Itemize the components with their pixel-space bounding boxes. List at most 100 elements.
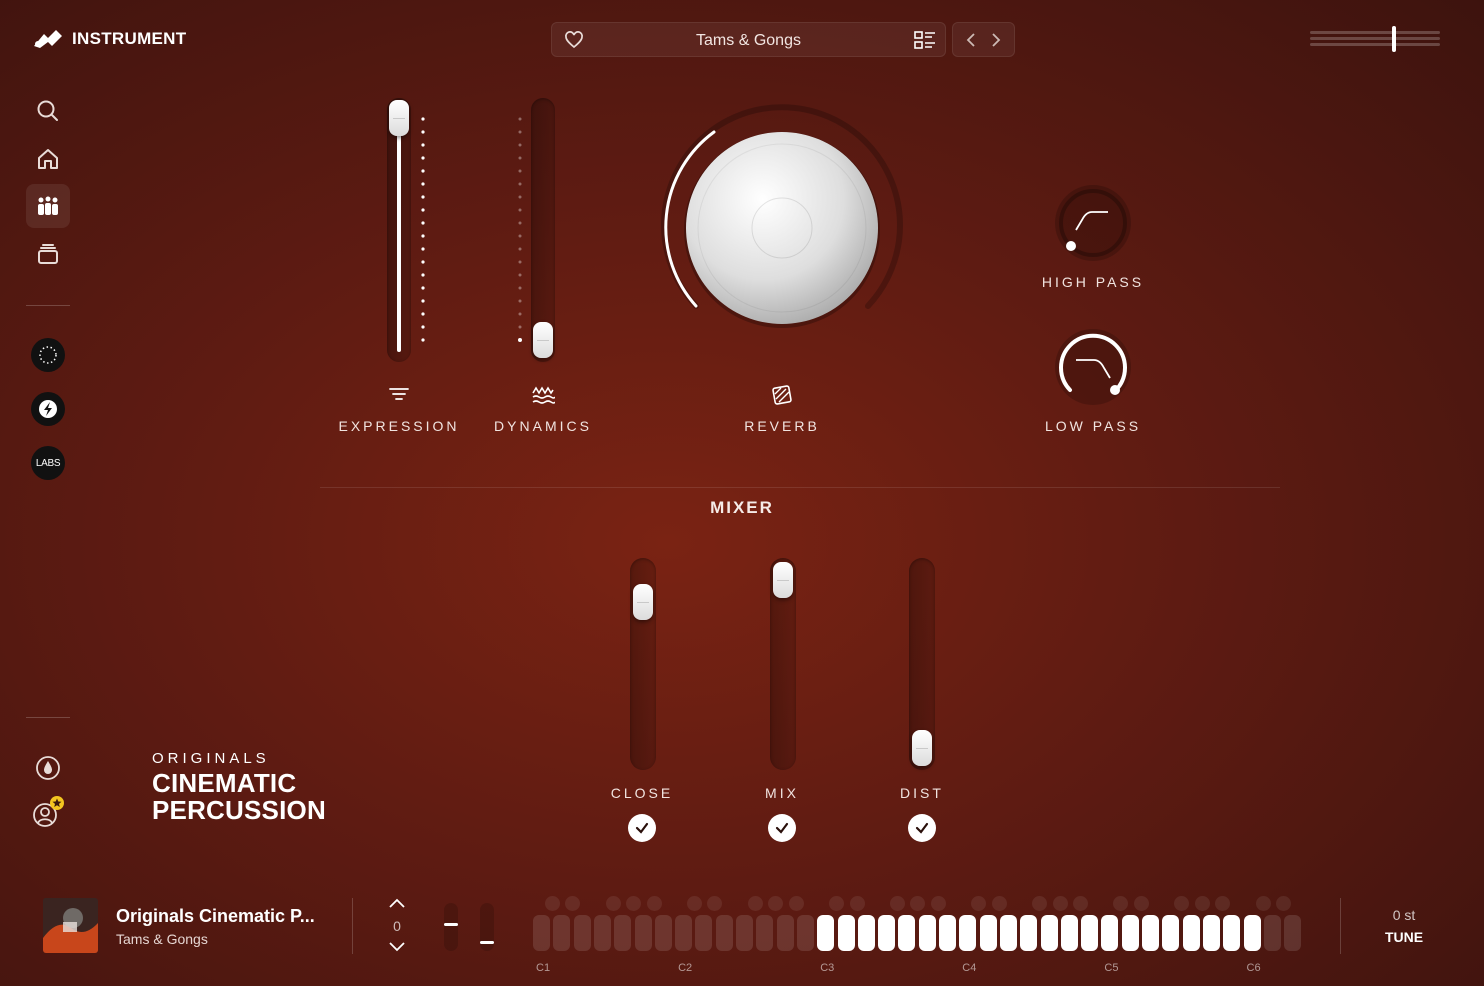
tune-value[interactable]: 0 st: [1380, 907, 1428, 923]
mixer-mix-toggle[interactable]: [768, 814, 796, 842]
dynamics-slider[interactable]: [531, 98, 555, 362]
mixer-dist-toggle[interactable]: [908, 814, 936, 842]
piano-key[interactable]: [918, 915, 936, 951]
piano-key[interactable]: [573, 915, 591, 951]
piano-black-key[interactable]: [768, 896, 784, 911]
piano-black-key[interactable]: [626, 896, 642, 911]
sidebar-item-home[interactable]: [26, 137, 70, 181]
piano-key[interactable]: [1243, 915, 1261, 951]
sidebar-badge-mysteries[interactable]: [31, 338, 65, 372]
chevron-up-icon[interactable]: [388, 896, 406, 910]
piano-black-key[interactable]: [565, 896, 581, 911]
piano-key[interactable]: [736, 915, 753, 951]
mixer-mix-slider[interactable]: [770, 558, 796, 770]
master-volume-thumb[interactable]: [1392, 26, 1396, 52]
piano-black-key[interactable]: [1194, 896, 1210, 911]
piano-black-key[interactable]: [687, 896, 703, 911]
piano-key[interactable]: [857, 915, 875, 951]
piano-key[interactable]: [1223, 915, 1241, 951]
piano-black-key[interactable]: [829, 896, 845, 911]
preset-name[interactable]: Tams & Gongs: [552, 32, 945, 50]
sidebar-badge-labs[interactable]: LABS: [31, 446, 65, 480]
piano-key[interactable]: [939, 915, 956, 951]
piano-key[interactable]: [959, 915, 977, 951]
mixer-dist-thumb[interactable]: [912, 730, 932, 766]
piano-key[interactable]: [817, 915, 835, 951]
piano-black-key[interactable]: [910, 896, 926, 911]
mod-wheel[interactable]: [480, 903, 494, 951]
piano-black-key[interactable]: [849, 896, 865, 911]
piano-key[interactable]: [796, 915, 814, 951]
piano-key[interactable]: [715, 915, 733, 951]
expression-slider[interactable]: [387, 98, 411, 362]
piano-key[interactable]: [1284, 915, 1302, 951]
piano-black-key[interactable]: [748, 896, 763, 911]
dynamics-thumb[interactable]: [533, 322, 553, 358]
pitch-wheel[interactable]: [444, 903, 458, 951]
piano-key[interactable]: [1060, 915, 1078, 951]
piano-black-key[interactable]: [1275, 896, 1291, 911]
piano-key[interactable]: [614, 915, 632, 951]
piano-black-key[interactable]: [646, 896, 662, 911]
piano-key[interactable]: [1101, 915, 1119, 951]
piano-key[interactable]: [1040, 915, 1058, 951]
chevron-left-icon[interactable]: [964, 32, 978, 48]
piano-key[interactable]: [593, 915, 611, 951]
piano-key[interactable]: [898, 915, 916, 951]
piano-key[interactable]: [1182, 915, 1200, 951]
piano-black-key[interactable]: [890, 896, 906, 911]
piano-key[interactable]: [776, 915, 794, 951]
piano-key[interactable]: [654, 915, 672, 951]
piano-key[interactable]: [695, 915, 713, 951]
album-art[interactable]: [43, 898, 98, 953]
piano-black-key[interactable]: [545, 896, 560, 911]
piano-black-key[interactable]: [605, 896, 621, 911]
sidebar-item-search[interactable]: [26, 89, 70, 133]
piano-black-key[interactable]: [707, 896, 723, 911]
piano-key[interactable]: [979, 915, 997, 951]
mixer-close-thumb[interactable]: [633, 584, 653, 620]
piano-key[interactable]: [634, 915, 652, 951]
piano-black-key[interactable]: [930, 896, 946, 911]
piano-black-key[interactable]: [971, 896, 987, 911]
mixer-dist-slider[interactable]: [909, 558, 935, 770]
piano-black-key[interactable]: [1174, 896, 1190, 911]
piano-key[interactable]: [675, 915, 693, 951]
piano-key[interactable]: [756, 915, 774, 951]
mixer-close-slider[interactable]: [630, 558, 656, 770]
piano-key[interactable]: [1142, 915, 1159, 951]
piano-black-key[interactable]: [991, 896, 1007, 911]
piano-key[interactable]: [1020, 915, 1038, 951]
piano-key[interactable]: [837, 915, 855, 951]
piano-black-key[interactable]: [788, 896, 804, 911]
sidebar-item-ink[interactable]: [26, 746, 70, 790]
piano-black-key[interactable]: [1255, 896, 1271, 911]
sidebar-item-library[interactable]: [26, 232, 70, 276]
piano-key[interactable]: [1263, 915, 1281, 951]
sidebar-item-instruments[interactable]: [26, 184, 70, 228]
piano-black-key[interactable]: [1113, 896, 1129, 911]
piano-key[interactable]: [999, 915, 1017, 951]
mixer-close-toggle[interactable]: [628, 814, 656, 842]
piano-key[interactable]: [1202, 915, 1220, 951]
sidebar-item-account[interactable]: [26, 790, 70, 834]
chevron-down-icon[interactable]: [388, 940, 406, 954]
reverb-knob[interactable]: [652, 100, 912, 360]
low-pass-knob[interactable]: [1052, 326, 1134, 408]
piano-key[interactable]: [1081, 915, 1099, 951]
piano-black-key[interactable]: [1052, 896, 1068, 911]
list-view-icon[interactable]: [914, 30, 936, 50]
chevron-right-icon[interactable]: [989, 32, 1003, 48]
expression-thumb[interactable]: [389, 100, 409, 136]
piano-key[interactable]: [878, 915, 896, 951]
piano-key[interactable]: [1162, 915, 1180, 951]
piano-black-key[interactable]: [1072, 896, 1088, 911]
piano-black-key[interactable]: [1133, 896, 1149, 911]
piano-key[interactable]: [533, 915, 550, 951]
piano-black-key[interactable]: [1032, 896, 1048, 911]
preset-browser[interactable]: Tams & Gongs: [551, 22, 946, 57]
mixer-mix-thumb[interactable]: [773, 562, 793, 598]
master-volume-slider[interactable]: [1310, 26, 1440, 52]
piano-key[interactable]: [1121, 915, 1139, 951]
sidebar-badge-s[interactable]: [31, 392, 65, 426]
